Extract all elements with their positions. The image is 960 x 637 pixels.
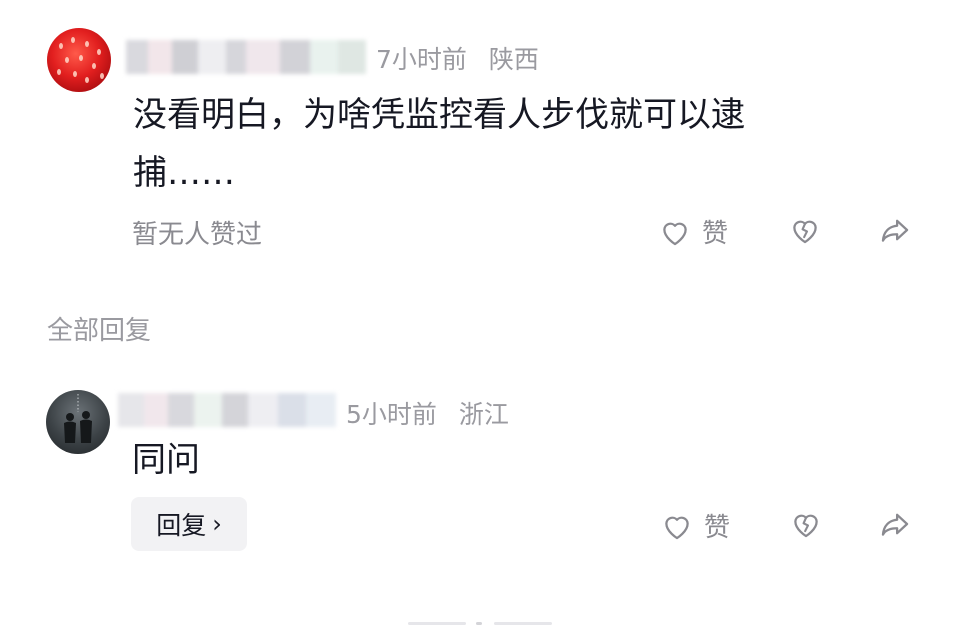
reply-button[interactable]: 回复 › — [131, 497, 247, 551]
likes-status: 暂无人赞过 — [132, 220, 263, 250]
heart-outline-icon — [663, 222, 687, 245]
scroll-indicator-left — [408, 622, 466, 625]
comment-time: 7小时前 — [376, 45, 467, 74]
scroll-indicator-right — [494, 622, 552, 625]
reply-location: 浙江 — [458, 400, 509, 429]
reply-dislike-button[interactable] — [789, 507, 823, 541]
figures-avatar-image — [64, 394, 92, 443]
comment-text-line-1: 没看明白，为啥凭监控看人步伐就可以逮 — [133, 95, 745, 135]
reply-like-button[interactable]: 赞 — [660, 507, 730, 544]
comment-text-line-2: 捕…… — [133, 153, 235, 193]
share-arrow-icon — [881, 219, 909, 242]
chevron-right-icon: › — [212, 510, 222, 538]
comment-meta: 7小时前 陕西 — [376, 40, 539, 76]
replier-avatar[interactable] — [46, 390, 110, 454]
comment-text: 没看明白，为啥凭监控看人步伐就可以逮 捕…… — [133, 86, 745, 202]
reply-button-label: 回复 — [156, 511, 207, 540]
all-replies-title: 全部回复 — [47, 316, 152, 346]
broken-heart-icon — [794, 514, 818, 538]
comment-share-button[interactable] — [877, 213, 913, 247]
strawberry-avatar-image — [57, 37, 104, 83]
reply-share-button[interactable] — [877, 507, 913, 541]
comment-like-label: 赞 — [702, 219, 729, 249]
heart-outline-icon — [665, 516, 689, 539]
comment-location: 陕西 — [488, 45, 539, 74]
comment-dislike-button[interactable] — [788, 213, 822, 247]
scroll-indicator-dot — [476, 622, 482, 625]
reply-like-label: 赞 — [704, 513, 731, 543]
share-arrow-icon — [881, 513, 909, 536]
username-blurred[interactable] — [126, 40, 366, 74]
broken-heart-icon — [793, 220, 817, 244]
reply-username-blurred[interactable] — [118, 393, 336, 427]
reply-meta: 5小时前 浙江 — [346, 395, 509, 431]
reply-time: 5小时前 — [346, 400, 437, 429]
comment-like-button[interactable]: 赞 — [658, 213, 728, 250]
reply-text: 同问 — [132, 440, 200, 480]
commenter-avatar[interactable] — [47, 28, 111, 92]
